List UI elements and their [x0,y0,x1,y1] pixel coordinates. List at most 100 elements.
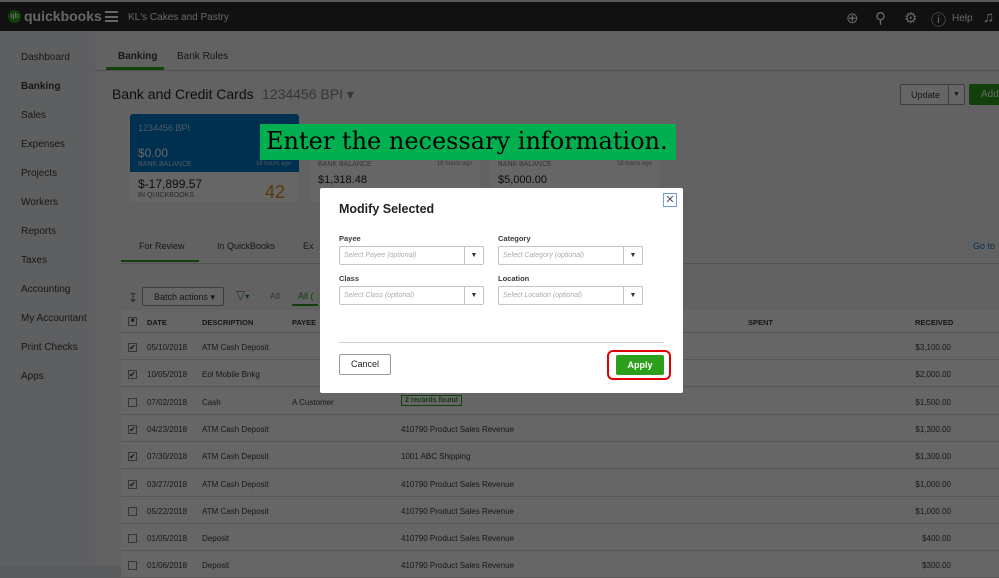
sidebar-item-accounting[interactable]: Accounting [21,284,70,295]
close-icon[interactable]: ✕ [663,193,677,207]
tab-bank-rules[interactable]: Bank Rules [177,51,228,62]
apply-button[interactable]: Apply [616,355,664,375]
row-checkbox[interactable] [128,397,137,407]
class-select[interactable]: Select Class (optional) ▼ [339,286,484,305]
sidebar-item-my-accountant[interactable]: My Accountant [21,313,87,324]
row-category: 410790 Product Sales Revenue [401,534,514,544]
row-category[interactable]: 2 records found [401,394,462,406]
account-selector[interactable]: 1234456 BPI ▾ [262,86,354,103]
row-received: $1,500.00 [915,397,951,407]
sidebar-item-expenses[interactable]: Expenses [21,139,65,150]
update-dropdown-icon[interactable]: ▼ [948,85,964,104]
row-checkbox[interactable] [128,534,137,544]
filter-icon[interactable]: ▽▾ [236,288,249,302]
sidebar-item-workers[interactable]: Workers [21,197,58,208]
table-row[interactable]: ✔ 04/23/2018 ATM Cash Deposit 410790 Pro… [121,414,999,442]
batch-actions-button[interactable]: Batch actions ▾ [142,287,224,306]
row-received: $1,000.00 [915,506,951,516]
table-row[interactable]: ✔ 07/30/2018 ATM Cash Deposit 1001 ABC S… [121,442,999,470]
plus-circle-icon[interactable]: ⊕ [846,9,859,27]
row-payee: A Customer [292,397,334,407]
payee-select[interactable]: Select Payee (optional) ▼ [339,246,484,265]
tab-banking[interactable]: Banking [118,51,157,62]
table-row[interactable]: 01/06/2018 Deposit 410790 Product Sales … [121,551,999,578]
header-payee[interactable]: PAYEE [292,318,316,327]
update-button[interactable]: Update ▼ [900,84,965,105]
gear-icon[interactable]: ⚙ [904,9,917,27]
row-date: 03/27/2018 [147,479,188,489]
location-select[interactable]: Select Location (optional) ▼ [498,286,643,305]
go-to-link[interactable]: Go to [973,241,995,251]
header-date[interactable]: DATE [147,318,167,327]
hamburger-menu-icon[interactable] [105,11,118,22]
help-icon[interactable]: ⓘ [931,9,946,30]
row-category: 1001 ABC Shipping [401,452,471,462]
sidebar-item-print-checks[interactable]: Print Checks [21,342,78,353]
bank-balance: $5,000.00 [498,174,547,186]
row-date: 05/10/2018 [147,343,188,352]
sidebar-item-apps[interactable]: Apps [21,371,44,382]
header-spent[interactable]: SPENT [748,318,773,327]
batch-actions-label: Batch actions [154,292,209,302]
row-date: 10/05/2018 [147,370,188,380]
sidebar-item-reports[interactable]: Reports [21,226,56,237]
help-link[interactable]: Help [952,13,973,24]
class-label: Class [339,274,360,283]
row-received: $1,300.00 [915,452,951,462]
page-title: Bank and Credit Cards [112,86,254,102]
subtab-in-quickbooks[interactable]: In QuickBooks [217,241,275,251]
subtab-excluded[interactable]: Ex [303,241,314,251]
sidebar-item-sales[interactable]: Sales [21,110,46,121]
chevron-down-icon[interactable]: ▼ [464,247,483,264]
quickbooks-logo[interactable]: qb quickbooks [8,8,102,24]
row-checkbox[interactable]: ✔ [128,452,137,462]
search-icon[interactable]: ⚲ [875,9,886,27]
row-checkbox[interactable]: ✔ [128,424,137,434]
card-account-name: 1234456 BPI [138,123,191,133]
instruction-callout: Enter the necessary information. [260,124,676,160]
header-description[interactable]: DESCRIPTION [202,318,253,327]
row-received: $3,100.00 [915,343,951,352]
row-category: 410790 Product Sales Revenue [401,506,514,516]
row-checkbox[interactable]: ✔ [128,343,137,352]
bank-balance-label: BANK BALANCE [138,161,192,168]
row-description: ATM Cash Deposit [202,424,269,434]
subtab-for-review[interactable]: For Review [139,241,185,251]
table-row[interactable]: 01/05/2018 Deposit 410790 Product Sales … [121,524,999,552]
location-label: Location [498,274,530,283]
chevron-down-icon[interactable]: ▼ [464,287,483,304]
row-category: 410790 Product Sales Revenue [401,424,514,434]
sidebar-item-banking[interactable]: Banking [21,81,60,92]
row-date: 05/22/2018 [147,506,188,516]
payee-placeholder: Select Payee (optional) [344,252,417,259]
qb-balance-label: IN QUICKBOOKS [138,192,195,199]
row-description: ATM Cash Deposit [202,452,269,462]
updated-time: 18 hours ago [255,161,291,167]
updated-time: 18 hours ago [616,161,652,167]
active-subtab-indicator [121,260,199,262]
bell-icon[interactable]: ♫ [983,9,994,26]
table-row[interactable]: 05/22/2018 ATM Cash Deposit 410790 Produ… [121,496,999,524]
row-category: 410790 Product Sales Revenue [401,479,514,489]
cancel-button[interactable]: Cancel [339,354,391,375]
row-description: ATM Cash Deposit [202,506,269,516]
chevron-down-icon[interactable]: ▼ [623,247,642,264]
header-received[interactable]: RECEIVED [915,318,953,327]
sidebar-item-dashboard[interactable]: Dashboard [21,52,70,63]
tab-all[interactable]: All ( [298,291,314,301]
chevron-down-icon[interactable]: ▼ [623,287,642,304]
add-account-button[interactable]: Add [969,84,999,105]
sort-icon[interactable]: ↧ [128,291,138,305]
row-checkbox[interactable] [128,506,137,516]
table-row[interactable]: ✔ 03/27/2018 ATM Cash Deposit 410790 Pro… [121,469,999,497]
row-received: $400.00 [922,534,951,544]
row-checkbox[interactable]: ✔ [128,370,137,380]
sidebar-item-taxes[interactable]: Taxes [21,255,47,266]
divider [95,70,999,71]
sidebar-item-projects[interactable]: Projects [21,168,57,179]
filter-all[interactable]: All [270,291,280,301]
row-checkbox[interactable]: ✔ [128,479,137,489]
row-received: $2,000.00 [915,370,951,380]
category-select[interactable]: Select Category (optional) ▼ [498,246,643,265]
select-all-checkbox[interactable]: ■ [128,317,137,326]
